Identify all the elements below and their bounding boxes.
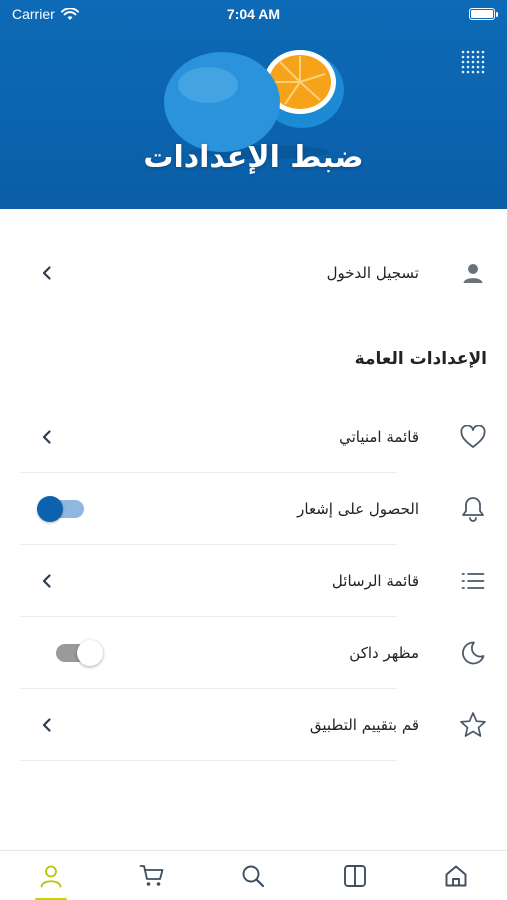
search-icon [243,865,265,887]
tab-bar [0,850,507,900]
chevron-left-icon [42,430,51,444]
rate-app-label: قم بتقييم التطبيق [309,716,419,734]
chevron-left-icon [42,266,51,280]
star-icon [459,711,487,739]
wifi-icon [60,7,79,20]
moon-icon [459,639,487,667]
dark-mode-toggle[interactable] [56,640,103,666]
wishlist-row[interactable]: قائمة امنياتي [20,401,487,473]
carrier-label: Carrier [12,6,55,22]
tab-home[interactable] [426,851,486,900]
login-label: تسجيل الدخول [326,264,419,282]
list-icon [459,567,487,595]
home-icon [445,865,467,886]
tab-search[interactable] [223,851,283,900]
bell-icon [459,495,487,523]
settings-list: تسجيل الدخول الإعدادات العامة قائمة امني… [0,209,507,850]
tab-catalog[interactable] [325,851,385,900]
battery-level [471,10,493,18]
notifications-label: الحصول على إشعار [297,500,419,518]
heart-icon [459,423,487,451]
chevron-left-icon [42,574,51,588]
dark-mode-label: مظهر داكن [349,644,419,662]
notifications-row: الحصول على إشعار [20,473,487,545]
user-icon [40,865,62,887]
chevron-left-icon [42,718,51,732]
user-icon [459,259,487,287]
login-row[interactable]: تسجيل الدخول [20,237,487,309]
cart-icon [139,864,164,886]
rate-app-row[interactable]: قم بتقييم التطبيق [20,689,487,761]
wishlist-label: قائمة امنياتي [339,428,419,446]
general-settings-heading: الإعدادات العامة [354,349,487,369]
page-title: ضبط الإعدادات [143,140,364,175]
header-banner: ضبط الإعدادات [0,0,507,209]
notifications-toggle[interactable] [37,496,84,522]
status-bar: Carrier 7:04 AM [0,0,507,28]
dark-mode-row: مظهر داكن [20,617,487,689]
book-icon [343,864,366,887]
tab-account[interactable] [21,851,81,900]
tab-cart[interactable] [122,851,182,900]
messages-label: قائمة الرسائل [331,572,419,590]
grid-dots-icon[interactable] [459,48,485,74]
messages-row[interactable]: قائمة الرسائل [20,545,487,617]
battery-icon [469,8,498,20]
